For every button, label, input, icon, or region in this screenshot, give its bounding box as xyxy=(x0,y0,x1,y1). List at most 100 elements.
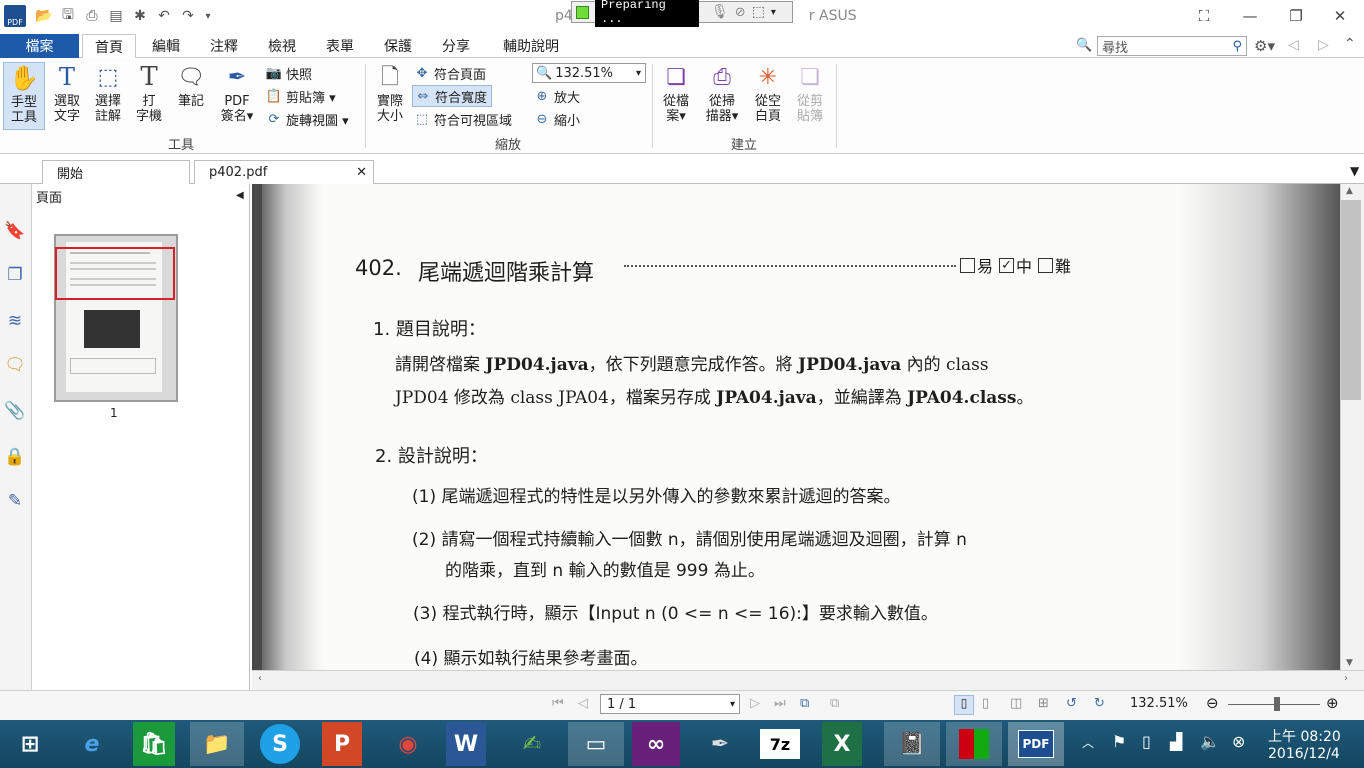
zoom-in-button[interactable]: ⊕ 放大 xyxy=(534,85,580,107)
notepad-icon[interactable]: 📓 xyxy=(884,722,940,766)
zoom-out-status-icon[interactable]: ⊖ xyxy=(1206,694,1219,712)
snapshot-button[interactable]: 📷 快照 xyxy=(266,62,312,84)
previous-page-icon[interactable]: ◁ xyxy=(578,696,588,711)
actual-size-button[interactable]: 🗋 實際 大小 xyxy=(370,62,410,124)
tab-list-chevron-icon[interactable]: ▼ xyxy=(1350,164,1359,178)
open-folder-icon[interactable]: 📂 xyxy=(34,6,54,26)
zoom-select[interactable]: 🔍 132.51% ▾ xyxy=(532,63,646,83)
microphone-icon[interactable]: 🎙 xyxy=(711,4,729,20)
zoom-slider-handle[interactable] xyxy=(1274,697,1280,711)
tab-edit[interactable]: 編輯 xyxy=(140,34,192,58)
tab-p402[interactable]: p402.pdf ✕ xyxy=(194,160,374,184)
7zip-icon[interactable]: 7z xyxy=(760,729,800,759)
create-from-scanner-button[interactable]: ⎙ 從掃 描器▾ xyxy=(700,62,744,124)
zoom-out-button[interactable]: ⊖ 縮小 xyxy=(534,108,580,130)
pdf-sign-button[interactable]: ✒ PDF 簽名▾ xyxy=(214,62,260,124)
find-folder-icon[interactable]: 🔍 xyxy=(1076,38,1092,53)
bookmarks-icon[interactable]: 🔖 xyxy=(4,220,26,242)
undo-icon[interactable]: ↶ xyxy=(154,6,174,26)
camera-off-icon[interactable]: ⊘ xyxy=(735,5,746,20)
recorder-menu-chevron-icon[interactable]: ▾ xyxy=(771,7,776,18)
create-from-clipboard-button[interactable]: ❏ 從剪 貼簿 xyxy=(790,62,830,124)
search-input[interactable]: 尋找 ⚲ xyxy=(1097,36,1247,56)
signatures-icon[interactable]: ✎ xyxy=(4,490,26,512)
collapse-panel-icon[interactable]: ◀ xyxy=(236,190,244,201)
rotate-right-icon[interactable]: ↻ xyxy=(1094,696,1105,711)
feather-icon[interactable]: ✒ xyxy=(696,722,744,766)
note-button[interactable]: 🗨 筆記 xyxy=(172,62,210,109)
comments-icon[interactable]: 🗨 xyxy=(4,354,26,376)
new-icon[interactable]: ✱ xyxy=(130,6,150,26)
vertical-scroll-thumb[interactable] xyxy=(1341,200,1361,400)
show-hidden-icons-icon[interactable]: ︿ xyxy=(1082,734,1094,751)
fit-page-button[interactable]: ✥ 符合頁面 xyxy=(414,62,486,84)
file-explorer-icon[interactable]: 📁 xyxy=(190,722,244,766)
restore-button[interactable]: ❐ xyxy=(1284,6,1308,26)
search-icon[interactable]: ⚲ xyxy=(1232,39,1242,54)
layers-icon[interactable]: ≋ xyxy=(4,310,26,332)
next-page-icon[interactable]: ▷ xyxy=(750,696,760,711)
next-result-icon[interactable]: ▷ xyxy=(1318,37,1329,53)
select-annotation-button[interactable]: ⬚ 選擇 註解 xyxy=(89,62,127,124)
zoom-in-status-icon[interactable]: ⊕ xyxy=(1326,694,1339,712)
minimize-button[interactable]: — xyxy=(1238,6,1262,26)
notification-off-icon[interactable]: ⊗ xyxy=(1232,732,1245,751)
save-icon[interactable]: 🖫 xyxy=(58,6,78,26)
collapse-ribbon-icon[interactable]: ⌃ xyxy=(1344,36,1356,52)
command-prompt-icon[interactable]: ▭ xyxy=(568,722,624,766)
tab-view[interactable]: 檢視 xyxy=(256,34,308,58)
first-page-icon[interactable]: ⏮ xyxy=(552,696,564,711)
start-button-icon[interactable]: ⊞ xyxy=(6,722,54,766)
tab-start[interactable]: 開始 xyxy=(42,160,190,184)
previous-view-icon[interactable]: ⧉ xyxy=(800,696,809,711)
excel-icon[interactable]: X xyxy=(822,722,862,766)
internet-explorer-icon[interactable]: e xyxy=(68,722,116,766)
create-blank-button[interactable]: ✳ 從空 白頁 xyxy=(748,62,788,124)
tab-help[interactable]: 輔助說明 xyxy=(492,34,570,58)
hand-tool-button[interactable]: ✋ 手型 工具 xyxy=(3,62,45,130)
store-icon[interactable]: 🛍 xyxy=(133,722,175,766)
foxit-reader-icon[interactable]: PDF xyxy=(1008,722,1064,766)
pages-icon[interactable]: ❐ xyxy=(4,264,26,286)
page-number-select[interactable]: 1 / 1 ▾ xyxy=(600,694,740,714)
fullscreen-icon[interactable]: ⛶ xyxy=(1192,6,1216,26)
clock-time[interactable]: 上午 08:20 xyxy=(1268,726,1341,746)
continuous-view-icon[interactable]: ▯ xyxy=(982,696,989,711)
customize-chevron-icon[interactable]: ▾ xyxy=(198,6,218,26)
app-logo-icon[interactable]: PDF xyxy=(4,5,26,27)
rotate-left-icon[interactable]: ↺ xyxy=(1066,696,1077,711)
single-page-view-icon[interactable]: ▯ xyxy=(954,695,974,715)
powerpoint-icon[interactable]: P xyxy=(322,722,362,766)
scroll-left-icon[interactable]: ‹ xyxy=(258,673,262,684)
visual-studio-icon[interactable]: ∞ xyxy=(632,722,680,766)
chrome-icon[interactable]: ◉ xyxy=(384,722,432,766)
rotate-view-button[interactable]: ⟳ 旋轉視圖 ▾ xyxy=(266,108,349,130)
thumbnail-view-rect[interactable] xyxy=(55,247,175,300)
close-button[interactable]: ✕ xyxy=(1328,6,1352,26)
last-page-icon[interactable]: ⏭ xyxy=(774,696,786,711)
scroll-up-icon[interactable]: ▲ xyxy=(1346,186,1353,196)
notepad-plus-icon[interactable]: ✍ xyxy=(508,722,556,766)
battery-icon[interactable]: ▯ xyxy=(1142,732,1151,751)
tab-share[interactable]: 分享 xyxy=(430,34,482,58)
volume-icon[interactable]: 🔈 xyxy=(1200,732,1220,751)
close-tab-icon[interactable]: ✕ xyxy=(356,165,367,180)
clipboard-button[interactable]: 📋 剪貼簿 ▾ xyxy=(266,85,336,107)
security-lock-icon[interactable]: 🔒 xyxy=(4,446,26,468)
properties-icon[interactable]: ▤ xyxy=(106,6,126,26)
action-center-flag-icon[interactable]: ⚑ xyxy=(1112,732,1126,751)
redo-icon[interactable]: ↷ xyxy=(178,6,198,26)
continuous-facing-icon[interactable]: ⊞ xyxy=(1038,696,1049,711)
tab-form[interactable]: 表單 xyxy=(314,34,366,58)
create-from-file-button[interactable]: ❏ 從檔 案▾ xyxy=(656,62,696,124)
skype-icon[interactable]: S xyxy=(260,724,300,764)
winrar-icon[interactable] xyxy=(946,722,1002,766)
prev-result-icon[interactable]: ◁ xyxy=(1288,37,1299,53)
facing-view-icon[interactable]: ◫ xyxy=(1010,696,1022,711)
tab-home[interactable]: 首頁 xyxy=(82,34,136,59)
tab-protect[interactable]: 保護 xyxy=(372,34,424,58)
clock-date[interactable]: 2016/12/4 xyxy=(1268,746,1340,762)
file-menu[interactable]: 檔案 xyxy=(0,34,79,58)
fit-width-button[interactable]: ⇔ 符合寬度 xyxy=(412,85,493,107)
fit-visible-button[interactable]: ⬚ 符合可視區域 xyxy=(414,108,512,130)
